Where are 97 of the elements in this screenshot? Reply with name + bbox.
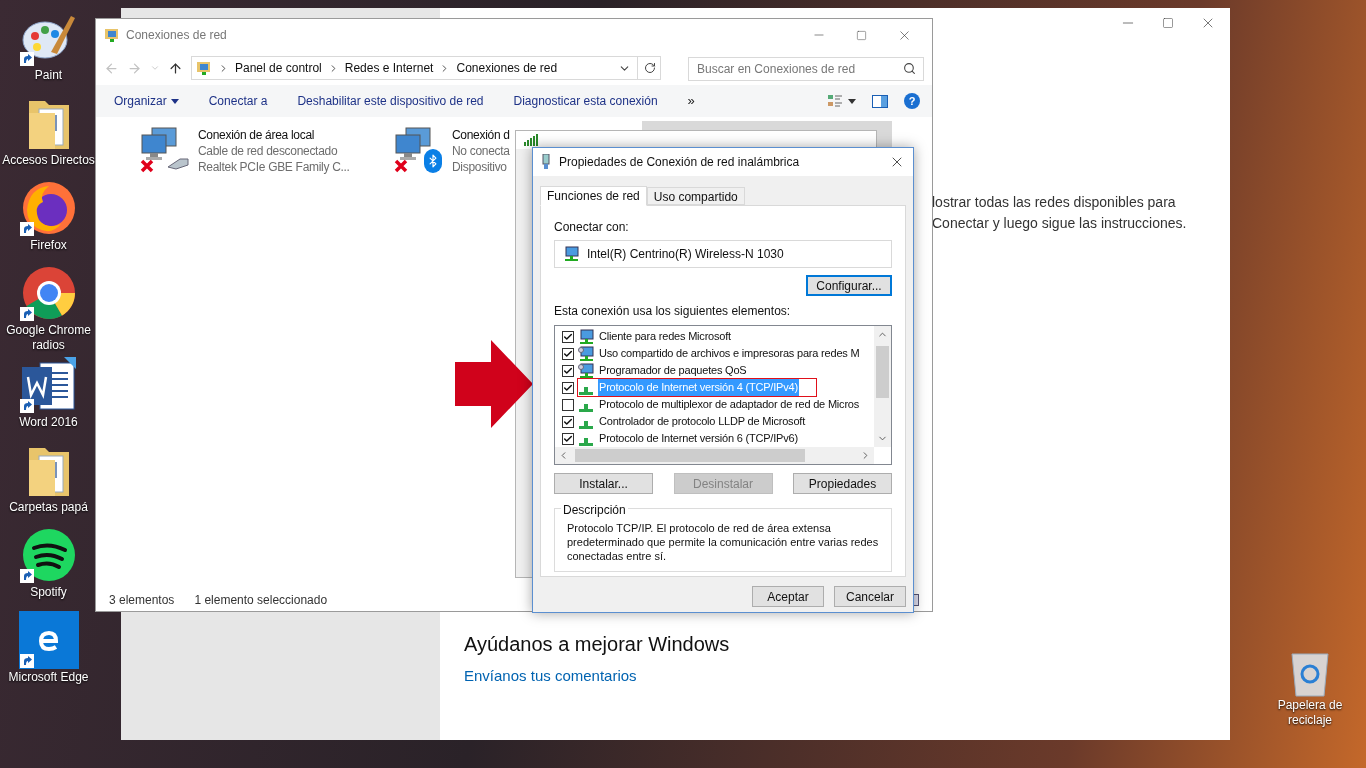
sound-waves-icon [20, 527, 77, 583]
network-protocol-icon [579, 420, 593, 429]
desktop-icon-label: Spotify [30, 585, 67, 600]
section-heading: Ayúdanos a mejorar Windows [464, 632, 730, 657]
network-folder-icon [196, 60, 212, 76]
computer-network-icon [563, 246, 579, 262]
more-commands-button[interactable]: » [687, 91, 695, 111]
connection-status: Cable de red desconectado [198, 143, 339, 159]
status-text: 1 elemento seleccionado [194, 592, 328, 609]
checkbox[interactable] [562, 330, 574, 343]
status-text: 3 elementos [109, 592, 175, 609]
window-title: Conexiones de red [126, 27, 227, 44]
dialog-tab[interactable]: Uso compartido [646, 187, 745, 205]
document-icon [19, 357, 78, 413]
desktop-shortcut[interactable]: Carpetas papá [0, 438, 97, 523]
desktop-icon-label: Paint [34, 68, 63, 83]
network-protocol-icon [579, 437, 593, 446]
checkbox[interactable] [562, 398, 574, 411]
bluetooth-icon [424, 149, 442, 173]
checkbox[interactable] [562, 347, 574, 360]
component-label[interactable]: Controlador de protocolo LLDP de Microsoft [598, 413, 806, 430]
recycle-bin-shortcut[interactable]: Papelera de reciclaje [1266, 648, 1354, 728]
network-protocol-icon [579, 386, 593, 395]
desktop-shortcut[interactable]: Spotify [0, 523, 97, 608]
desktop-icon-label: Papelera de reciclaje [1276, 698, 1344, 728]
component-label[interactable]: Cliente para redes Microsoft [598, 328, 732, 345]
view-options-icon[interactable] [828, 94, 856, 108]
toolbar-button[interactable]: Diagnosticar esta conexión [513, 92, 658, 110]
instruction-text: Conectar y luego sigue las instrucciones. [932, 214, 1188, 233]
computer-network-icon [578, 362, 594, 379]
component-label[interactable]: Protocolo de Internet versión 6 (TCP/IPv6) [598, 430, 799, 447]
dialog-button[interactable]: Cancelar [834, 586, 906, 607]
network-folder-icon [104, 27, 120, 43]
instruction-text: lostrar todas las redes disponibles para [932, 193, 1177, 212]
breadcrumb-item[interactable]: Redes e Internet [344, 59, 434, 77]
desktop-icon-label: Carpetas papá [9, 500, 88, 515]
dialog-tab[interactable]: Funciones de red [540, 186, 647, 206]
desktop-shortcut[interactable]: Paint [0, 6, 97, 91]
desktop-icon-label: Accesos Directos [2, 153, 95, 168]
computer-network-icon [578, 328, 594, 345]
desktop-icon-label: Microsoft Edge [8, 670, 89, 685]
maximize-icon[interactable] [1162, 17, 1174, 29]
breadcrumb-item[interactable]: Conexiones de red [456, 59, 558, 77]
checkbox[interactable] [562, 415, 574, 428]
browser-tile-icon [18, 611, 79, 669]
field-label: Conectar con: [554, 219, 630, 236]
desktop-shortcut[interactable]: Firefox [0, 176, 97, 261]
toolbar-button[interactable]: Conectar a [208, 92, 268, 110]
configure-button[interactable]: Configurar... [806, 275, 892, 296]
preview-pane-icon[interactable] [872, 94, 888, 108]
fox-globe-icon [20, 180, 77, 236]
scrollbar-thumb[interactable] [876, 346, 889, 398]
dialog-button[interactable]: Aceptar [752, 586, 824, 607]
circle-logo-icon [20, 265, 77, 321]
desktop-shortcut[interactable]: Accesos Directos [0, 91, 97, 176]
connection-name: Conexión d [452, 127, 510, 143]
vertical-scrollbar[interactable] [874, 326, 891, 447]
desktop-icon-label: Word 2016 [19, 415, 78, 430]
component-label[interactable]: Programador de paquetes QoS [598, 362, 748, 379]
toolbar-button[interactable]: Organizar [114, 92, 179, 110]
scrollbar-thumb[interactable] [575, 449, 805, 462]
desktop-shortcut[interactable]: Microsoft Edge [0, 608, 97, 693]
checkbox[interactable] [562, 381, 574, 394]
connection-item[interactable]: Conexión de área local Cable de red desconectado Realtek PCIe GBE Family C... [134, 121, 384, 177]
action-button[interactable]: Propiedades [793, 473, 892, 494]
breadcrumb-item[interactable]: Panel de control [235, 59, 322, 77]
horizontal-scrollbar[interactable] [555, 447, 874, 464]
connection-device: Realtek PCIe GBE Family C... [198, 159, 350, 175]
computer-network-icon [578, 345, 594, 362]
action-button[interactable]: Instalar... [554, 473, 653, 494]
desktop-shortcut[interactable]: Word 2016 [0, 353, 97, 438]
network-adapter-icon [541, 154, 551, 170]
feedback-link[interactable]: Envíanos tus comentarios [464, 665, 637, 688]
address-bar[interactable]: Panel de control Redes e Internet Conexiones de red [191, 56, 661, 80]
refresh-icon[interactable] [644, 62, 656, 74]
component-label[interactable]: Protocolo de multiplexor de adaptador de red de Micros [598, 396, 861, 413]
search-field[interactable]: Buscar en Conexiones de red [688, 56, 924, 81]
cable-plug-icon [166, 155, 190, 171]
connection-status: No conecta [452, 143, 510, 159]
signal-bars-icon [524, 134, 538, 146]
dialog-title: Propiedades de Conexión de red inalámbrica [559, 154, 800, 171]
network-protocol-icon [579, 403, 593, 412]
field-label: Esta conexión usa los siguientes elementos: [554, 303, 792, 320]
connection-device: Dispositivo [452, 159, 508, 175]
desktop-icon-label: Google Chrome radios [5, 323, 92, 353]
checkbox[interactable] [562, 432, 574, 445]
component-label[interactable]: Uso compartido de archivos e impresoras para redes M [598, 345, 861, 362]
help-button[interactable]: ? [904, 93, 920, 109]
toolbar-button[interactable]: Deshabilitar este dispositivo de red [297, 92, 484, 110]
checkbox[interactable] [562, 364, 574, 377]
adapter-name: Intel(R) Centrino(R) Wireless-N 1030 [587, 246, 784, 263]
connection-name: Conexión de área local [198, 127, 316, 143]
search-icon [903, 61, 916, 75]
desktop-shortcut[interactable]: Google Chrome radios [0, 261, 97, 353]
desktop-icon-label: Firefox [30, 238, 67, 253]
description-text: Protocolo TCP/IP. El protocolo de red de área extensa predeterminado que permite la comunicación entre varias redes conectadas entre sí. [567, 521, 879, 563]
maximize-icon[interactable] [856, 29, 867, 41]
